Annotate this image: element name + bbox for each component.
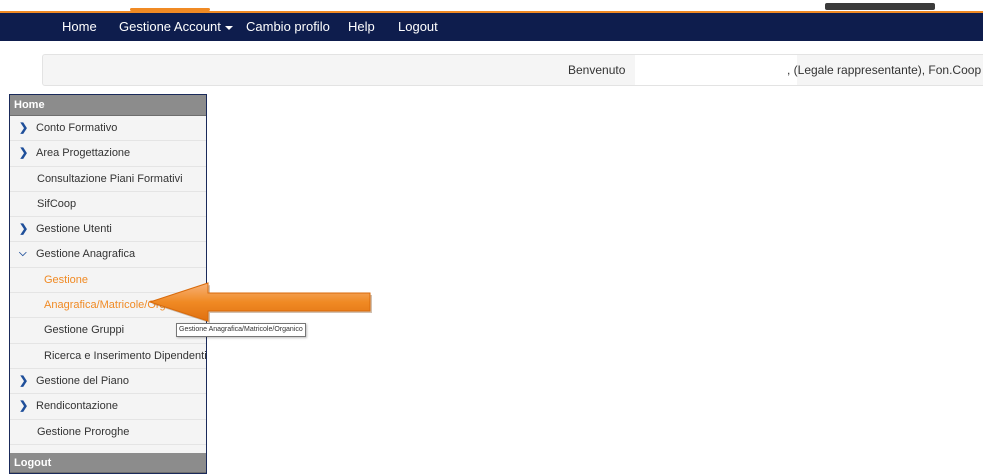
sidebar-item-label: Gestione del Piano	[36, 374, 129, 387]
sidebar-item-label: Conto Formativo	[36, 122, 118, 134]
welcome-label: Benvenuto	[568, 63, 626, 77]
sidebar-item-label: Gestione Anagrafica	[36, 248, 136, 261]
chevron-right-icon: ❯	[19, 147, 29, 160]
sidebar-item-gestione-proroghe[interactable]: Gestione Proroghe	[10, 420, 206, 445]
welcome-role: , (Legale rappresentante), Fon.Coop	[787, 63, 982, 77]
nav-logout[interactable]: Logout	[398, 13, 438, 41]
caret-down-icon	[224, 25, 233, 30]
sidebar-item-label: Rendicontazione	[36, 400, 118, 413]
nav-help[interactable]: Help	[348, 13, 375, 41]
sidebar-item-area-progettazione[interactable]: ❯ Area Progettazione	[10, 141, 206, 167]
nav-gestione-account-label: Gestione Account	[119, 19, 221, 34]
tooltip: Gestione Anagrafica/Matricole/Organico	[176, 323, 306, 337]
sidebar-header-logout[interactable]: Logout	[10, 453, 206, 473]
sidebar-item-gestione-anagrafica[interactable]: ⌵ Gestione Anagrafica	[10, 242, 206, 268]
sidebar-item-label: Gestione Utenti	[36, 223, 112, 236]
sidebar-header-home[interactable]: Home	[10, 95, 206, 116]
arrow-left-icon	[148, 282, 372, 323]
sidebar-item-sifcoop[interactable]: SifCoop	[10, 192, 206, 218]
top-decoration	[0, 0, 983, 14]
sidebar-item-gestione-utenti[interactable]: ❯ Gestione Utenti	[10, 217, 206, 243]
nav-gestione-account[interactable]: Gestione Account	[119, 13, 233, 41]
welcome-bar: Benvenuto , (Legale rappresentante), Fon…	[42, 54, 983, 86]
nav-home[interactable]: Home	[62, 13, 97, 41]
logo-shape	[825, 3, 935, 10]
chevron-right-icon: ❯	[19, 400, 29, 413]
chevron-down-icon: ⌵	[19, 248, 27, 260]
chevron-right-icon: ❯	[19, 374, 29, 387]
sidebar-item-rendicontazione[interactable]: ❯ Rendicontazione	[10, 394, 206, 420]
sidebar-subitem-ricerca-dipendenti[interactable]: Ricerca e Inserimento Dipendenti	[10, 344, 206, 369]
sidebar-item-consultazione-piani[interactable]: Consultazione Piani Formativi	[10, 167, 206, 192]
sidebar-item-label: Area Progettazione	[36, 147, 131, 160]
sidebar-item-conto-formativo[interactable]: ❯ Conto Formativo	[10, 116, 206, 142]
redacted-username	[635, 55, 797, 85]
chevron-right-icon: ❯	[19, 122, 29, 134]
chevron-right-icon: ❯	[19, 223, 29, 236]
nav-cambio-profilo[interactable]: Cambio profilo	[246, 13, 330, 41]
top-navbar: Home Gestione Account Cambio profilo Hel…	[0, 11, 983, 41]
sidebar-item-gestione-del-piano[interactable]: ❯ Gestione del Piano	[10, 369, 206, 395]
